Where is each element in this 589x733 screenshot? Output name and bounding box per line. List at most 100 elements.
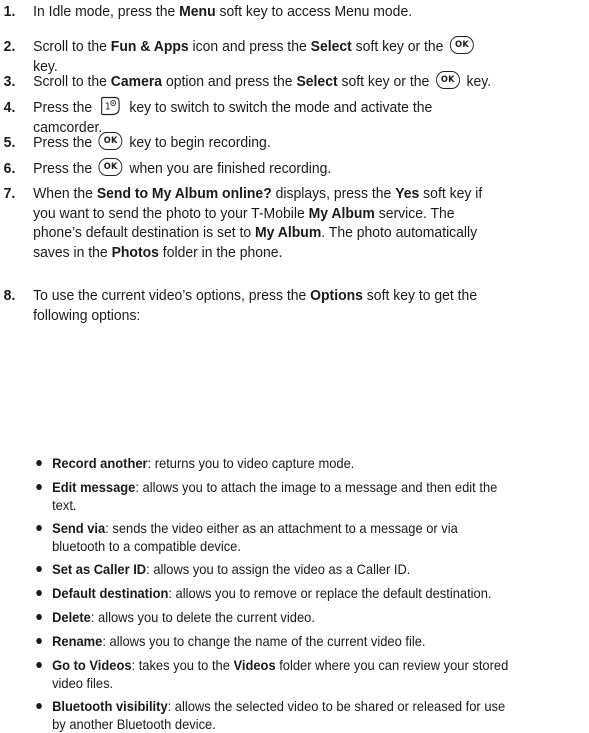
bold-term: Edit message: [52, 479, 136, 495]
text-run: : allows you to delete the current video…: [90, 609, 315, 625]
bold-term: My Album: [255, 224, 322, 242]
text-run: option and press the: [162, 73, 297, 90]
option-text-line: video files.: [52, 674, 573, 692]
bold-term: Camera: [110, 73, 163, 90]
option-text-line: Go to Videos: takes you to the Videos fo…: [52, 656, 573, 674]
bold-term: Yes: [395, 185, 420, 202]
text-run: : allows you to remove or replace the de…: [168, 585, 492, 601]
text-run: key to switch to switch the mode and act…: [125, 99, 433, 116]
bullet-icon: [36, 638, 42, 644]
voicemail-1-key-icon: 1: [101, 96, 121, 116]
step-text-line: Press the 1 key to switch to switch the …: [33, 96, 576, 118]
option-text-line: Set as Caller ID: allows you to assign t…: [52, 560, 573, 578]
bullet-icon: [36, 662, 42, 668]
bold-term: Delete: [52, 609, 91, 625]
bold-term: Bluetooth visibility: [52, 698, 168, 714]
bold-term: Menu: [179, 3, 216, 20]
step-text-line: saves in the Photos folder in the phone.: [33, 243, 576, 263]
step-text-line: To use the current video’s options, pres…: [33, 286, 576, 306]
step-text-line: phone’s default destination is set to My…: [33, 223, 576, 243]
bold-term: Send to My Album online?: [96, 185, 272, 202]
option-text-line: Send via: sends the video either as an a…: [52, 519, 573, 537]
text-run: icon and press the: [188, 38, 311, 55]
step-text-line: In Idle mode, press the Menu soft key to…: [33, 2, 576, 22]
text-run: when you are finished recording.: [125, 160, 332, 177]
text-run: : allows the selected video to be shared…: [167, 698, 506, 714]
bullet-icon: [36, 614, 42, 620]
text-run: : sends the video either as an attachmen…: [105, 520, 458, 536]
text-run: following options:: [33, 306, 141, 324]
text-run: soft key or the: [337, 73, 434, 90]
bullet-icon: [36, 703, 42, 709]
step-text-line: you want to send the photo to your T-Mob…: [33, 204, 576, 224]
step-text-line: Scroll to the Fun & Apps icon and press …: [33, 36, 576, 57]
bold-term: Send via: [52, 520, 106, 536]
bold-term: Photos: [111, 243, 159, 261]
svg-text:1: 1: [105, 101, 111, 112]
bold-term: Select: [296, 73, 338, 90]
text-run: saves in the: [33, 243, 112, 261]
bold-term: Default destination: [52, 585, 169, 601]
bullet-icon: [36, 460, 42, 466]
text-run: Press the: [33, 134, 97, 151]
step-text-line: Press the OK key to begin recording.: [33, 132, 576, 153]
bold-term: Go to Videos: [52, 657, 132, 673]
step-number: 3.: [3, 73, 16, 90]
step-number: 7.: [3, 185, 16, 202]
bold-term: My Album: [308, 204, 375, 222]
bold-term: Select: [310, 38, 352, 55]
bullet-icon: [36, 484, 42, 490]
text-run: : returns you to video capture mode.: [147, 455, 355, 471]
bullet-icon: [36, 590, 42, 596]
step-text-line: Scroll to the Camera option and press th…: [33, 71, 576, 92]
text-run: In Idle mode, press the: [33, 3, 180, 20]
option-text-line: Edit message: allows you to attach the i…: [52, 478, 573, 496]
text-run: key.: [462, 73, 492, 90]
instruction-page: 1. In Idle mode, press the Menu soft key …: [0, 0, 589, 732]
bold-term: Options: [310, 287, 363, 304]
text-run: displays, press the: [271, 185, 396, 202]
bullet-icon: [36, 566, 42, 572]
text-run: : takes you to the: [131, 657, 234, 673]
ok-key-icon: OK: [98, 158, 123, 177]
option-text-line: bluetooth to a compatible device.: [52, 537, 573, 555]
text-run: service. The: [374, 204, 455, 222]
bold-term: Record another: [52, 455, 148, 471]
step-text-line: following options:: [33, 306, 576, 326]
bold-term: Videos: [233, 657, 276, 673]
step-number: 5.: [3, 134, 16, 151]
bold-term: Fun & Apps: [110, 38, 189, 55]
option-text-line: by another Bluetooth device.: [52, 715, 573, 733]
text-run: bluetooth to a compatible device.: [52, 538, 241, 554]
text-run: : allows you to change the name of the c…: [102, 633, 426, 649]
text-run: you want to send the photo to your T-Mob…: [33, 204, 309, 222]
bold-term: Rename: [52, 633, 103, 649]
text-run: : allows you to assign the video as a Ca…: [146, 561, 411, 577]
step-number: 4.: [3, 99, 16, 116]
step-number: 8.: [3, 287, 16, 304]
bold-term: Set as Caller ID: [52, 561, 147, 577]
step-number: 1.: [3, 3, 16, 20]
text-run: To use the current video’s options, pres…: [33, 287, 311, 304]
text-run: soft key if: [419, 185, 483, 202]
text-run: phone’s default destination is set to: [33, 224, 256, 242]
option-text-line: Rename: allows you to change the name of…: [52, 632, 573, 650]
step-text-line: When the Send to My Album online? displa…: [33, 184, 576, 204]
ok-key-icon: OK: [435, 71, 460, 90]
option-text-line: Default destination: allows you to remov…: [52, 584, 573, 602]
text-run: folder where you can review your stored: [275, 657, 509, 673]
ok-key-icon: OK: [98, 132, 123, 151]
step-number: 6.: [3, 160, 16, 177]
text-run: Press the: [33, 160, 97, 177]
bullet-icon: [36, 525, 42, 531]
text-run: Scroll to the: [33, 73, 111, 90]
option-text-line: Record another: returns you to video cap…: [52, 454, 573, 472]
text-run: : allows you to attach the image to a me…: [135, 479, 498, 495]
option-text-line: Delete: allows you to delete the current…: [52, 608, 573, 626]
text-run: soft key or the: [351, 38, 448, 55]
option-text-line: Bluetooth visibility: allows the selecte…: [52, 697, 573, 715]
text-run: Press the: [33, 99, 97, 116]
text-run: soft key to access Menu mode.: [215, 3, 413, 20]
option-text-line: text.: [52, 496, 573, 514]
step-number: 2.: [3, 38, 16, 55]
